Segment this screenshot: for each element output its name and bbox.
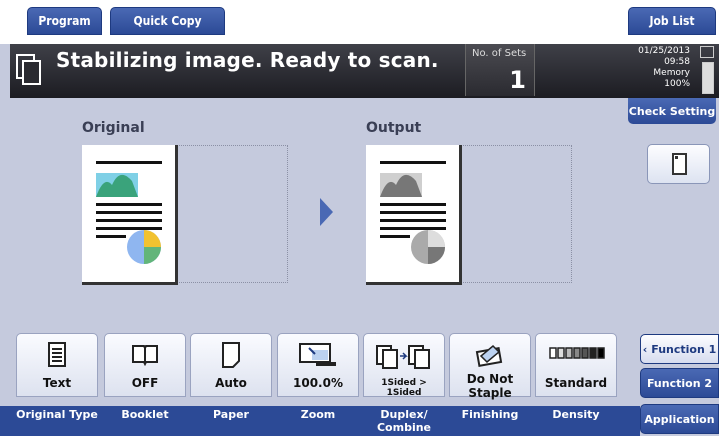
page-icon bbox=[672, 153, 687, 175]
original-type-value: Text bbox=[42, 376, 72, 390]
function-1-label: Function 1 bbox=[651, 342, 717, 356]
quick-copy-tab[interactable]: Quick Copy bbox=[110, 7, 225, 35]
original-page-image bbox=[96, 161, 162, 264]
function-2-tab[interactable]: Function 2 bbox=[640, 368, 719, 398]
function-1-tab[interactable]: ‹ Function 1 bbox=[640, 334, 719, 364]
zoom-caption: Zoom bbox=[277, 406, 359, 436]
application-tab[interactable]: Application bbox=[640, 404, 719, 434]
output-page-image bbox=[380, 161, 446, 264]
original-page bbox=[82, 145, 178, 285]
datetime-memory: 01/25/2013 09:58 Memory 100% bbox=[622, 44, 690, 90]
duplex-combine-caption: Duplex/ Combine bbox=[363, 406, 445, 436]
sets-label: No. of Sets bbox=[472, 48, 527, 59]
original-type-button[interactable]: Text bbox=[16, 333, 98, 397]
paper-caption: Paper bbox=[190, 406, 272, 436]
document-lines-icon bbox=[48, 342, 66, 367]
book-icon bbox=[132, 345, 158, 366]
status-bar: Stabilizing image. Ready to scan. No. of… bbox=[10, 44, 719, 98]
top-bar: Program Quick Copy Job List bbox=[0, 0, 719, 44]
zoom-button[interactable]: 100.0% bbox=[277, 333, 359, 397]
memory-label: Memory bbox=[653, 68, 690, 78]
status-message: Stabilizing image. Ready to scan. bbox=[56, 48, 439, 72]
density-icon bbox=[549, 347, 605, 359]
paper-button[interactable]: Auto bbox=[190, 333, 272, 397]
memory-gauge bbox=[702, 62, 714, 94]
zoom-icon bbox=[299, 343, 336, 366]
booklet-button[interactable]: OFF bbox=[104, 333, 186, 397]
memory-value: 100% bbox=[664, 79, 690, 89]
document-icon bbox=[16, 54, 41, 85]
arrow-icon bbox=[320, 198, 333, 226]
duplex-icon bbox=[376, 345, 430, 369]
paper-icon bbox=[222, 342, 240, 368]
check-setting-button[interactable]: Check Setting bbox=[628, 98, 716, 124]
network-icon bbox=[700, 46, 714, 58]
date-text: 01/25/2013 bbox=[638, 46, 690, 56]
density-value: Standard bbox=[544, 376, 608, 390]
sets-counter[interactable]: No. of Sets 1 bbox=[465, 44, 535, 96]
duplex-combine-value: 1Sided > 1Sided bbox=[381, 378, 427, 398]
finishing-caption: Finishing bbox=[449, 406, 531, 436]
program-tab[interactable]: Program bbox=[27, 7, 102, 35]
density-caption: Density bbox=[535, 406, 617, 436]
chevron-left-icon: ‹ bbox=[642, 342, 648, 356]
finishing-button[interactable]: Do Not Staple bbox=[449, 333, 531, 400]
job-list-tab[interactable]: Job List bbox=[628, 7, 716, 35]
staple-icon bbox=[475, 344, 503, 367]
output-label: Output bbox=[366, 120, 422, 136]
time-text: 09:58 bbox=[664, 57, 690, 67]
zoom-value: 100.0% bbox=[293, 376, 343, 390]
paper-value: Auto bbox=[215, 376, 247, 390]
duplex-combine-button[interactable]: 1Sided > 1Sided bbox=[363, 333, 445, 398]
original-type-caption: Original Type bbox=[16, 406, 98, 436]
output-page bbox=[366, 145, 462, 285]
finishing-value: Do Not Staple bbox=[466, 372, 514, 400]
booklet-caption: Booklet bbox=[104, 406, 186, 436]
sets-value: 1 bbox=[509, 66, 526, 94]
booklet-value: OFF bbox=[131, 376, 159, 390]
original-label: Original bbox=[82, 120, 145, 136]
document-view-button[interactable] bbox=[647, 144, 710, 184]
density-button[interactable]: Standard bbox=[535, 333, 617, 397]
